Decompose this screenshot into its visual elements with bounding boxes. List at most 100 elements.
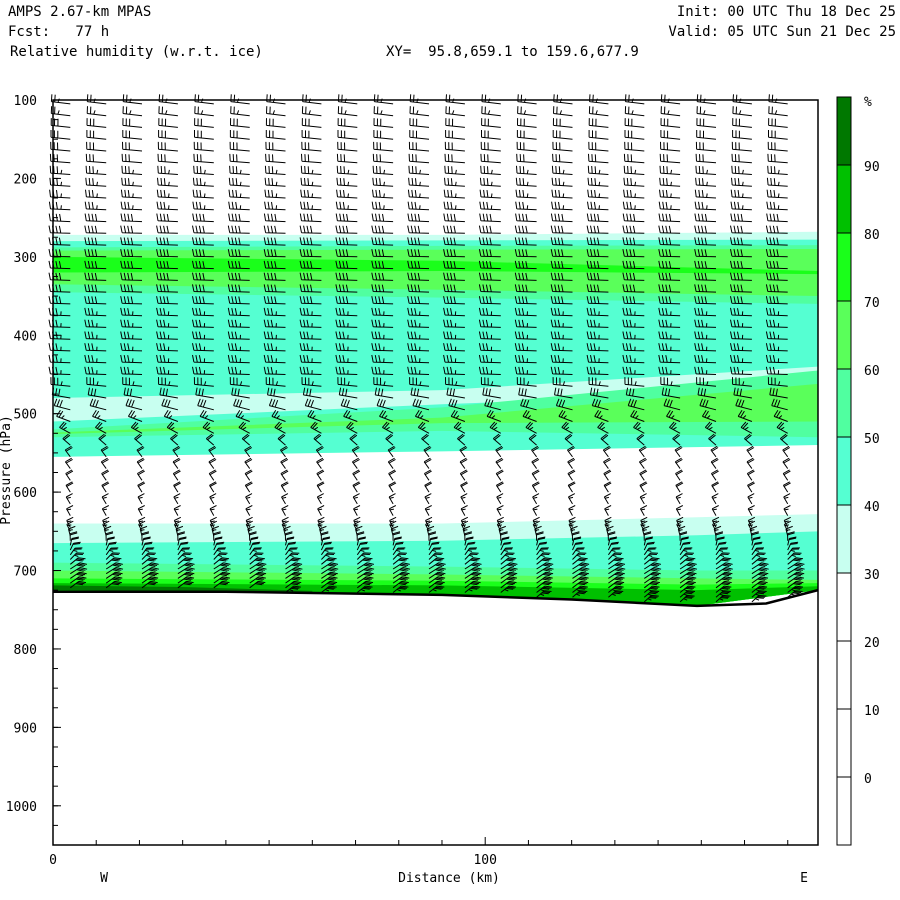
wind-barb bbox=[516, 165, 537, 175]
colorbar-label: 40 bbox=[864, 500, 880, 515]
wind-barb bbox=[694, 189, 717, 199]
wind-barb bbox=[495, 469, 504, 481]
colorbar-swatch-60 bbox=[836, 300, 852, 370]
wind-barb bbox=[550, 225, 573, 234]
wind-barb bbox=[228, 201, 250, 211]
wind-barb bbox=[100, 457, 109, 469]
wind-barb bbox=[660, 141, 681, 152]
colorbar-unit: % bbox=[864, 95, 872, 110]
wind-barb bbox=[229, 141, 250, 152]
wind-barb bbox=[209, 493, 217, 505]
wind-barb bbox=[587, 177, 609, 187]
wind-barb bbox=[604, 505, 612, 516]
wind-barb bbox=[194, 106, 214, 117]
wind-barb bbox=[101, 481, 110, 493]
wind-barb bbox=[623, 177, 645, 187]
wind-barb bbox=[496, 505, 504, 516]
wind-barb bbox=[783, 493, 791, 505]
wind-barb bbox=[639, 469, 648, 481]
wind-barb bbox=[551, 201, 573, 211]
wind-barb bbox=[515, 201, 537, 211]
colorbar-label: 30 bbox=[864, 568, 880, 583]
wind-barb bbox=[603, 469, 612, 481]
wind-barb bbox=[660, 130, 681, 140]
wind-barb bbox=[336, 165, 358, 175]
wind-barb bbox=[674, 445, 683, 458]
wind-barb bbox=[86, 106, 107, 117]
wind-barb bbox=[695, 177, 717, 187]
wind-barb bbox=[675, 469, 683, 481]
wind-barb bbox=[659, 153, 681, 164]
wind-barb bbox=[639, 481, 648, 493]
wind-barb bbox=[710, 457, 719, 469]
wind-barb bbox=[586, 225, 609, 234]
wind-barb bbox=[694, 225, 717, 234]
wind-barb bbox=[336, 189, 358, 199]
y-tick-label: 300 bbox=[14, 251, 37, 266]
wind-barb bbox=[445, 94, 465, 105]
wind-barb bbox=[732, 106, 752, 117]
wind-barb bbox=[388, 469, 397, 481]
wind-barb bbox=[194, 130, 214, 140]
wind-barb bbox=[515, 177, 537, 187]
wind-barb bbox=[208, 457, 217, 469]
wind-barb bbox=[747, 493, 755, 505]
wind-barb bbox=[639, 505, 648, 516]
wind-barb bbox=[208, 469, 217, 481]
colorbar-label: 70 bbox=[864, 296, 880, 311]
colorbar-label: 0 bbox=[864, 772, 872, 787]
wind-barb bbox=[120, 189, 143, 199]
wind-barb bbox=[444, 153, 465, 164]
wind-barb bbox=[244, 469, 253, 481]
wind-barb bbox=[424, 505, 432, 516]
wind-barb bbox=[479, 177, 501, 187]
wind-barb bbox=[373, 130, 394, 140]
wind-barb bbox=[65, 481, 74, 493]
wind-barb bbox=[460, 505, 468, 516]
wind-barb bbox=[84, 225, 107, 234]
y-tick-label: 900 bbox=[14, 721, 37, 736]
wind-barb bbox=[66, 505, 74, 516]
wind-barb bbox=[86, 118, 107, 128]
wind-barb bbox=[372, 189, 394, 199]
wind-barb bbox=[658, 225, 681, 234]
wind-barb bbox=[567, 469, 576, 481]
wind-barb bbox=[337, 130, 358, 140]
colorbar-swatch-80 bbox=[836, 164, 852, 234]
wind-barb bbox=[767, 165, 788, 175]
wind-barb bbox=[659, 165, 681, 175]
wind-barb bbox=[86, 94, 107, 105]
y-tick-label: 200 bbox=[14, 172, 37, 187]
wind-barb bbox=[137, 493, 145, 505]
wind-barb bbox=[695, 153, 717, 164]
wind-barb bbox=[373, 94, 394, 105]
wind-barb bbox=[335, 225, 358, 234]
wind-barb bbox=[193, 153, 214, 164]
wind-barb bbox=[496, 493, 504, 505]
wind-barb bbox=[50, 94, 71, 105]
wind-barb bbox=[696, 130, 717, 140]
colorbar-label: 10 bbox=[864, 704, 880, 719]
wind-barb bbox=[192, 213, 214, 223]
wind-barb bbox=[517, 106, 537, 117]
wind-barb bbox=[567, 457, 576, 469]
wind-barb bbox=[229, 165, 250, 175]
wind-barb bbox=[478, 225, 501, 234]
wind-barb bbox=[459, 469, 468, 481]
wind-barb bbox=[265, 141, 286, 152]
wind-barb bbox=[514, 225, 537, 234]
wind-barb bbox=[603, 457, 611, 469]
wind-barb bbox=[122, 130, 143, 140]
wind-barb bbox=[209, 481, 217, 493]
wind-barb bbox=[316, 493, 324, 505]
wind-barb bbox=[517, 94, 537, 105]
wind-barb bbox=[408, 165, 430, 175]
wind-barb bbox=[300, 189, 322, 199]
wind-barb bbox=[317, 505, 325, 516]
wind-barb bbox=[480, 141, 501, 152]
wind-barb bbox=[747, 481, 755, 493]
wind-barb bbox=[711, 481, 720, 493]
wind-barb bbox=[479, 189, 501, 199]
wind-barb bbox=[710, 469, 719, 481]
wind-barb bbox=[264, 189, 286, 199]
